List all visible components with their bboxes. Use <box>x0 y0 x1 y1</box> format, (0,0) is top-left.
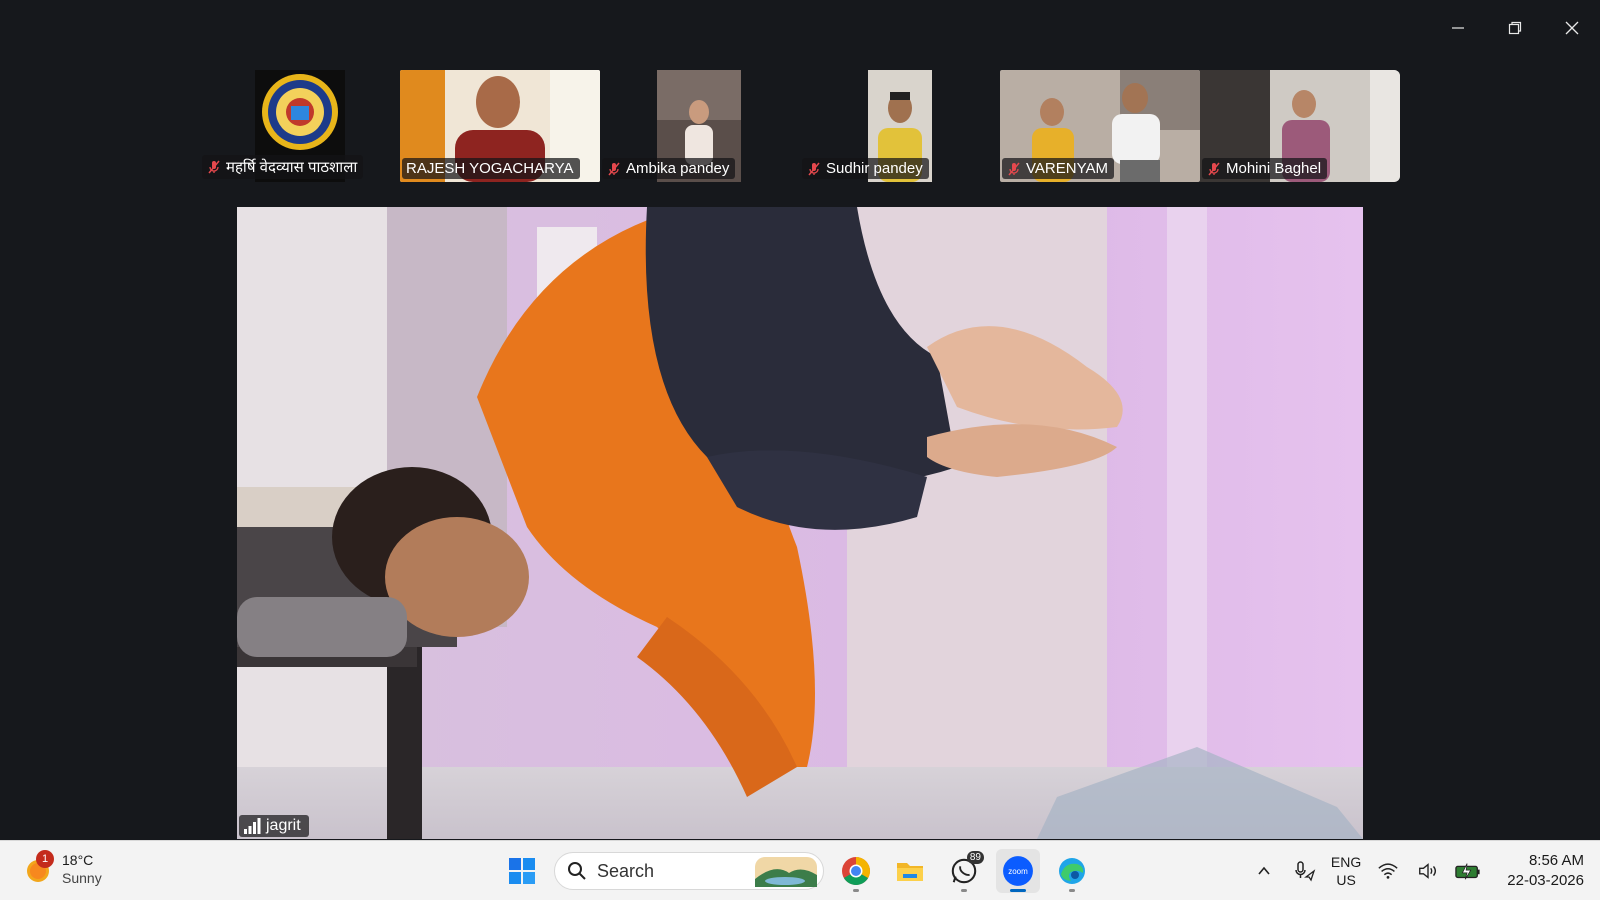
speaker-name: jagrit <box>266 817 301 834</box>
mic-location-icon <box>1295 861 1316 882</box>
participant-strip: महर्षि वेदव्यास पाठशाला RAJESH YOGACHARY… <box>200 70 1400 182</box>
mic-muted-icon <box>608 162 620 175</box>
weather-condition: Sunny <box>62 870 102 886</box>
participant-tile[interactable]: Sudhir pandey <box>800 70 1000 182</box>
participant-tile[interactable]: RAJESH YOGACHARYA <box>400 70 600 182</box>
participant-name: VARENYAM <box>1026 160 1108 177</box>
app-active-indicator <box>1010 889 1026 892</box>
signal-bars-icon <box>244 818 261 834</box>
language-code: ENG <box>1330 854 1362 870</box>
wifi-icon <box>1378 863 1398 879</box>
location-mic-button[interactable] <box>1291 858 1317 884</box>
region-code: US <box>1336 872 1356 888</box>
participant-name: RAJESH YOGACHARYA <box>406 160 574 177</box>
participant-tile[interactable]: महर्षि वेदव्यास पाठशाला <box>200 70 386 182</box>
participant-name: महर्षि वेदव्यास पाठशाला <box>226 159 358 176</box>
sun-icon: 1 <box>24 850 54 884</box>
show-hidden-icons-button[interactable] <box>1251 858 1277 884</box>
folder-icon <box>897 863 923 881</box>
participant-namebar: Ambika pandey <box>602 158 736 179</box>
participant-name: Sudhir pandey <box>826 160 923 177</box>
close-icon <box>1565 21 1578 35</box>
taskbar-apps: Search 89 zoom <box>500 849 1094 893</box>
participant-namebar: VARENYAM <box>1002 158 1114 179</box>
volume-button[interactable] <box>1415 858 1441 884</box>
restore-icon <box>1508 21 1521 35</box>
edge-icon <box>1059 858 1085 884</box>
participant-tile[interactable]: VARENYAM <box>1000 70 1200 182</box>
system-clock[interactable]: 8:56 AM 22-03-2026 <box>1507 851 1584 891</box>
speaker-video-frame <box>237 207 1363 839</box>
weather-widget[interactable]: 1 18°C Sunny <box>24 850 102 887</box>
language-indicator[interactable]: ENG US <box>1331 853 1361 889</box>
edge-app[interactable] <box>1050 849 1094 893</box>
window-controls <box>1429 0 1600 56</box>
mic-muted-icon <box>1208 162 1220 175</box>
participant-tile[interactable]: Ambika pandey <box>600 70 800 182</box>
participant-namebar: महर्षि वेदव्यास पाठशाला <box>202 155 364 179</box>
wifi-button[interactable] <box>1375 858 1401 884</box>
main-speaker-video[interactable]: jagrit <box>237 207 1363 839</box>
search-highlight-art <box>755 857 817 887</box>
chrome-app[interactable] <box>834 849 878 893</box>
minimize-icon <box>1451 27 1464 29</box>
mic-muted-icon <box>208 160 220 174</box>
chevron-up-icon <box>1258 866 1270 875</box>
minimize-button[interactable] <box>1429 0 1486 56</box>
participant-namebar: Sudhir pandey <box>802 158 929 179</box>
chrome-icon <box>842 857 870 885</box>
mic-muted-icon <box>1008 162 1020 175</box>
taskbar: 1 18°C Sunny Search 89 zoom ENG US 8:56 … <box>0 840 1600 900</box>
zoom-icon-label: zoom <box>1008 867 1028 876</box>
battery-button[interactable] <box>1455 858 1481 884</box>
search-icon <box>568 862 586 880</box>
participant-tile[interactable]: Mohini Baghel <box>1200 70 1400 182</box>
zoom-app[interactable]: zoom <box>996 849 1040 893</box>
speaker-name-tag: jagrit <box>239 815 309 837</box>
weather-badge: 1 <box>36 850 54 868</box>
file-explorer-app[interactable] <box>888 849 932 893</box>
search-placeholder: Search <box>597 860 655 881</box>
zoom-icon: zoom <box>1003 856 1033 886</box>
taskbar-search[interactable]: Search <box>554 852 824 890</box>
battery-charging-icon <box>1455 863 1480 880</box>
app-running-indicator <box>1069 889 1075 892</box>
mic-muted-icon <box>808 162 820 175</box>
whatsapp-app[interactable]: 89 <box>942 849 986 893</box>
participant-name: Mohini Baghel <box>1226 160 1322 177</box>
clock-time: 8:56 AM <box>1528 852 1584 869</box>
start-button[interactable] <box>500 849 544 893</box>
windows-logo-icon <box>509 858 535 884</box>
speaker-icon <box>1419 863 1437 879</box>
weather-temp: 18°C <box>62 852 94 868</box>
participant-name: Ambika pandey <box>626 160 730 177</box>
whatsapp-badge: 89 <box>966 851 984 864</box>
participant-namebar: Mohini Baghel <box>1202 158 1328 179</box>
participant-namebar: RAJESH YOGACHARYA <box>402 158 580 179</box>
restore-button[interactable] <box>1486 0 1543 56</box>
app-running-indicator <box>853 889 859 892</box>
clock-date: 22-03-2026 <box>1507 872 1584 889</box>
system-tray: ENG US 8:56 AM 22-03-2026 <box>1251 841 1584 900</box>
app-running-indicator <box>961 889 967 892</box>
close-button[interactable] <box>1543 0 1600 56</box>
